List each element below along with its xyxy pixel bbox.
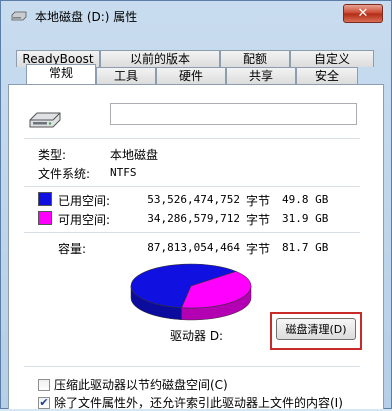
free-space-size: 31.9 GB [282,212,329,225]
close-button[interactable]: ✕ [343,4,383,23]
index-checkbox[interactable]: ✔ [38,396,50,409]
window-title: 本地磁盘 (D:) 属性 [35,9,138,24]
compress-label: 压缩此驱动器以节约磁盘空间(C) [54,378,228,392]
used-space-unit: 字节 [246,194,271,208]
compress-option[interactable]: 压缩此驱动器以节约磁盘空间(C) [38,376,228,393]
index-option[interactable]: ✔ 除了文件属性外，还允许索引此驱动器上文件的内容(I) [38,394,343,411]
tab-quota[interactable]: 配额 [220,50,290,67]
index-label: 除了文件属性外，还允许索引此驱动器上文件的内容(I) [54,396,343,410]
used-space-label: 已用空间: [58,194,111,208]
tab-hardware[interactable]: 硬件 [156,67,226,84]
tab-security[interactable]: 安全 [296,67,358,84]
separator [24,232,360,233]
type-label: 类型: [38,148,67,162]
separator [24,186,360,187]
drive-name-input[interactable] [110,103,357,125]
tab-previous-versions[interactable]: 以前的版本 [100,50,220,67]
capacity-size: 81.7 GB [282,241,329,254]
filesystem-value: NTFS [110,166,137,179]
free-space-swatch [38,211,52,225]
used-space-swatch [38,192,52,206]
capacity-unit: 字节 [246,242,271,256]
capacity-bytes: 87,813,054,464 [147,241,240,254]
tab-customize[interactable]: 自定义 [290,50,374,67]
drive-label: 驱动器 D: [170,329,224,343]
compress-checkbox[interactable] [38,378,50,391]
filesystem-label: 文件系统: [38,167,91,181]
disk-cleanup-button[interactable]: 磁盘清理(D) [276,318,356,340]
tab-sharing[interactable]: 共享 [226,67,296,84]
title-bar[interactable]: 本地磁盘 (D:) 属性 ✕ [1,1,391,31]
separator [24,138,360,139]
tab-general[interactable]: 常规 [26,64,96,84]
used-space-bytes: 53,526,474,752 [147,193,240,206]
type-value: 本地磁盘 [110,148,159,162]
tab-tools[interactable]: 工具 [96,67,156,84]
used-space-size: 49.8 GB [282,193,329,206]
drive-icon [11,11,27,21]
capacity-label: 容量: [58,242,87,256]
hard-drive-icon [29,112,61,128]
free-space-label: 可用空间: [58,213,111,227]
free-space-unit: 字节 [246,213,271,227]
free-space-bytes: 34,286,579,712 [147,212,240,225]
separator [24,366,360,367]
disk-usage-pie-chart [130,263,252,321]
